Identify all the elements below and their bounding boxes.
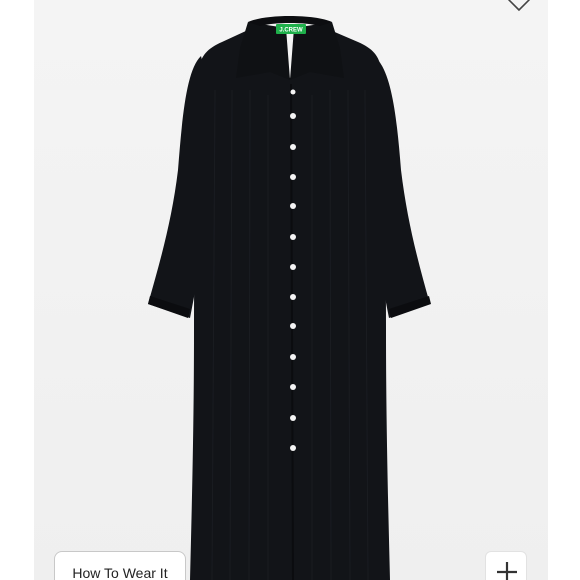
- dress-button: [290, 384, 296, 390]
- heart-icon[interactable]: [506, 0, 532, 12]
- plus-icon: [497, 562, 517, 580]
- dress-body: [190, 30, 390, 580]
- dress-button: [290, 445, 296, 451]
- product-photo: J.CREW: [148, 16, 431, 580]
- dress-button: [290, 294, 296, 300]
- zoom-button[interactable]: [485, 551, 527, 580]
- dress-button: [290, 323, 296, 329]
- how-to-wear-it-label: How To Wear It: [72, 565, 168, 580]
- collar-button: [290, 89, 296, 95]
- dress-button: [290, 234, 296, 240]
- dress-button: [290, 174, 296, 180]
- product-image-viewer: J.CREW How To Wear It: [0, 0, 580, 580]
- dress-button: [290, 203, 296, 209]
- dress-button: [290, 354, 296, 360]
- dress-button: [290, 113, 296, 119]
- how-to-wear-it-button[interactable]: How To Wear It: [54, 551, 186, 580]
- dress-button: [290, 144, 296, 150]
- brand-label: J.CREW: [276, 24, 306, 34]
- dress-button: [290, 415, 296, 421]
- brand-label-text: J.CREW: [279, 28, 303, 34]
- dress-button: [290, 264, 296, 270]
